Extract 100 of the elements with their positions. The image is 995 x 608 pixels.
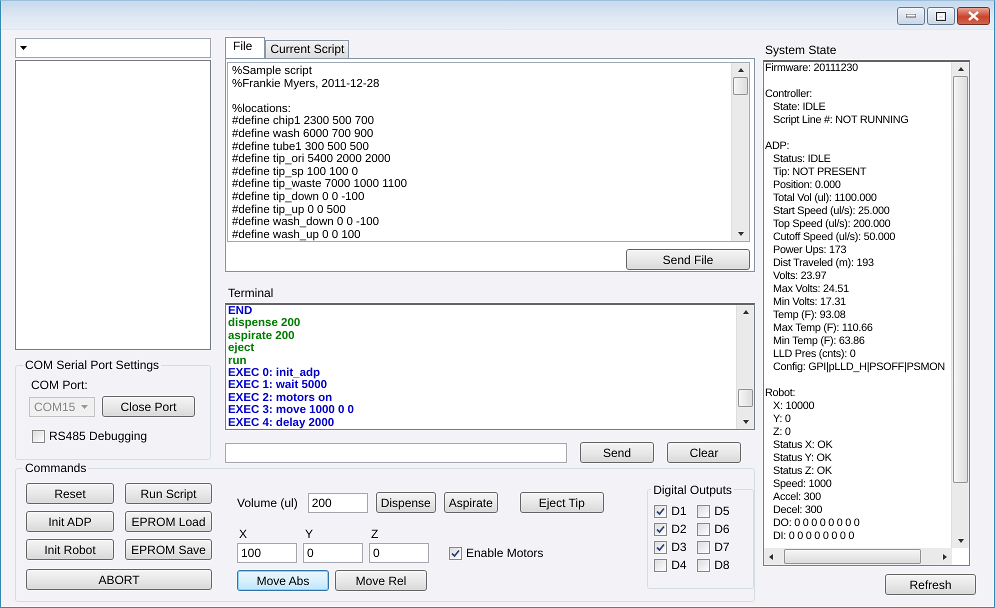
checkbox[interactable] bbox=[654, 558, 668, 572]
button[interactable]: EPROM Save bbox=[125, 539, 212, 560]
checkbox-label: D3 bbox=[671, 540, 687, 554]
button[interactable]: Init ADP bbox=[26, 511, 114, 532]
field-label: Y bbox=[304, 527, 314, 541]
checkbox[interactable] bbox=[449, 546, 462, 560]
minimize-button[interactable] bbox=[897, 7, 925, 25]
maximize-button[interactable] bbox=[927, 7, 955, 25]
coordinate-field[interactable]: 0 bbox=[303, 543, 363, 563]
script-line: #define tip_ori 5400 2000 2000 bbox=[232, 153, 392, 166]
state-line: DI: 0 0 0 0 0 0 0 0 bbox=[772, 530, 856, 543]
button[interactable]: Eject Tip bbox=[520, 492, 604, 513]
button[interactable]: Reset bbox=[26, 483, 114, 504]
terminal-line: EXEC 0: init_adp bbox=[228, 366, 322, 380]
scrollbar[interactable] bbox=[951, 62, 969, 548]
state-line: Robot: bbox=[765, 387, 796, 400]
button[interactable]: EPROM Load bbox=[125, 511, 212, 532]
checkbox-label: D1 bbox=[671, 504, 687, 518]
state-line: Max Volts: 24.51 bbox=[772, 283, 850, 296]
coordinate-field[interactable]: 0 bbox=[369, 543, 429, 563]
terminal-line: dispense 200 bbox=[228, 317, 302, 330]
maximize-icon bbox=[936, 12, 946, 20]
checkbox[interactable] bbox=[697, 558, 710, 572]
button[interactable]: Clear bbox=[667, 442, 741, 463]
state-line: Status X: OK bbox=[772, 439, 834, 452]
terminal-output[interactable]: END dispense 200 aspirate 200 eject run EXEC 0: init_adp EXEC 1: wait 5000 EXEC 2: motors on EXEC 3: move 1000 0 0 EXEC 4: delay 2000 bbox=[225, 303, 755, 430]
state-text-area[interactable] bbox=[763, 60, 970, 566]
button[interactable]: Aspirate bbox=[444, 492, 498, 513]
state-line: X: 10000 bbox=[772, 400, 816, 413]
scrollbar[interactable] bbox=[731, 63, 749, 241]
terminal-line: eject bbox=[228, 342, 256, 355]
button[interactable]: Dispense bbox=[376, 492, 436, 513]
terminal-line: run bbox=[228, 354, 248, 367]
script-line: #define wash_up 0 0 100 bbox=[232, 228, 362, 241]
script-line: #define tip_sp 100 100 0 bbox=[232, 166, 359, 178]
dropdown-arrow-icon bbox=[81, 404, 88, 408]
checkbox[interactable] bbox=[654, 540, 668, 554]
checkbox[interactable] bbox=[697, 522, 710, 536]
script-line: #define tip_up 0 0 500 bbox=[232, 204, 347, 216]
checkbox-label: D7 bbox=[714, 540, 730, 554]
button[interactable]: Send File bbox=[626, 249, 750, 270]
checkbox-label: D4 bbox=[671, 558, 687, 572]
volume-field[interactable]: 200 bbox=[308, 492, 368, 512]
field-label: Z bbox=[370, 527, 380, 541]
state-line: Z: 0 bbox=[772, 426, 792, 439]
button[interactable]: Move Rel bbox=[335, 570, 427, 591]
checkbox[interactable] bbox=[654, 504, 668, 518]
script-line: #define wash_down 0 0 -100 bbox=[232, 216, 380, 229]
checkbox[interactable] bbox=[697, 504, 710, 518]
scrollbar[interactable] bbox=[764, 548, 952, 565]
state-line: Status Y: OK bbox=[772, 452, 833, 465]
terminal-line: EXEC 2: motors on bbox=[228, 392, 334, 404]
state-line: Top Speed (ul/s): 200.000 bbox=[772, 218, 892, 231]
group-title: COM Serial Port Settings bbox=[23, 358, 162, 372]
state-line: Controller: bbox=[765, 88, 814, 101]
close-button[interactable] bbox=[957, 7, 990, 25]
minimize-icon bbox=[906, 14, 916, 18]
button[interactable]: Refresh bbox=[885, 574, 976, 595]
group-title: Digital Outputs bbox=[651, 483, 734, 497]
button[interactable]: Init Robot bbox=[26, 539, 114, 560]
checkbox-label: D8 bbox=[714, 558, 730, 572]
script-line: #define chip1 2300 500 700 bbox=[232, 115, 375, 128]
state-line: Power Ups: 173 bbox=[772, 244, 848, 257]
scrollbar[interactable] bbox=[736, 305, 754, 429]
checkbox[interactable] bbox=[697, 540, 710, 554]
section-label: System State bbox=[765, 43, 838, 57]
state-line: Dist Traveled (m): 193 bbox=[772, 257, 875, 270]
button[interactable]: Send bbox=[580, 442, 654, 463]
button[interactable]: Close Port bbox=[102, 396, 195, 417]
field-label: COM Port: bbox=[31, 378, 89, 392]
state-line: Accel: 300 bbox=[772, 491, 822, 504]
state-line: LLD Pres (cnts): 0 bbox=[772, 348, 857, 361]
state-line: Min Temp (F): 63.86 bbox=[772, 335, 866, 348]
script-text-area[interactable] bbox=[227, 62, 750, 242]
coordinate-field[interactable]: 100 bbox=[237, 543, 297, 563]
terminal-line: aspirate 200 bbox=[228, 330, 296, 342]
terminal-line: EXEC 4: delay 2000 bbox=[228, 416, 336, 429]
checkbox[interactable] bbox=[32, 430, 45, 442]
checkbox-label: Enable Motors bbox=[466, 546, 544, 560]
state-line: Status: IDLE bbox=[772, 153, 832, 166]
field-label: Volume (ul) bbox=[237, 496, 298, 510]
state-line: Firmware: 20111230 bbox=[765, 62, 859, 75]
button[interactable]: Run Script bbox=[125, 483, 212, 504]
state-line: Script Line #: NOT RUNNING bbox=[772, 114, 910, 127]
tab[interactable]: File bbox=[225, 37, 266, 58]
state-line: Cutoff Speed (ul/s): 50.000 bbox=[772, 231, 896, 244]
state-line: Decel: 300 bbox=[772, 504, 824, 517]
state-line: Position: 0.000 bbox=[772, 179, 842, 192]
state-line: Status Z: OK bbox=[772, 465, 833, 478]
state-line: State: IDLE bbox=[772, 101, 826, 114]
button[interactable]: Move Abs bbox=[237, 570, 329, 591]
section-label: Terminal bbox=[228, 286, 274, 300]
script-line: #define tip_down 0 0 -100 bbox=[232, 190, 366, 204]
dropdown[interactable] bbox=[15, 38, 211, 58]
command-input[interactable] bbox=[225, 442, 567, 462]
tab[interactable]: Current Script bbox=[265, 40, 350, 58]
state-line: Total Vol (ul): 1100.000 bbox=[772, 192, 878, 205]
close-icon bbox=[968, 11, 979, 21]
checkbox[interactable] bbox=[654, 522, 668, 536]
button[interactable]: ABORT bbox=[26, 569, 212, 590]
